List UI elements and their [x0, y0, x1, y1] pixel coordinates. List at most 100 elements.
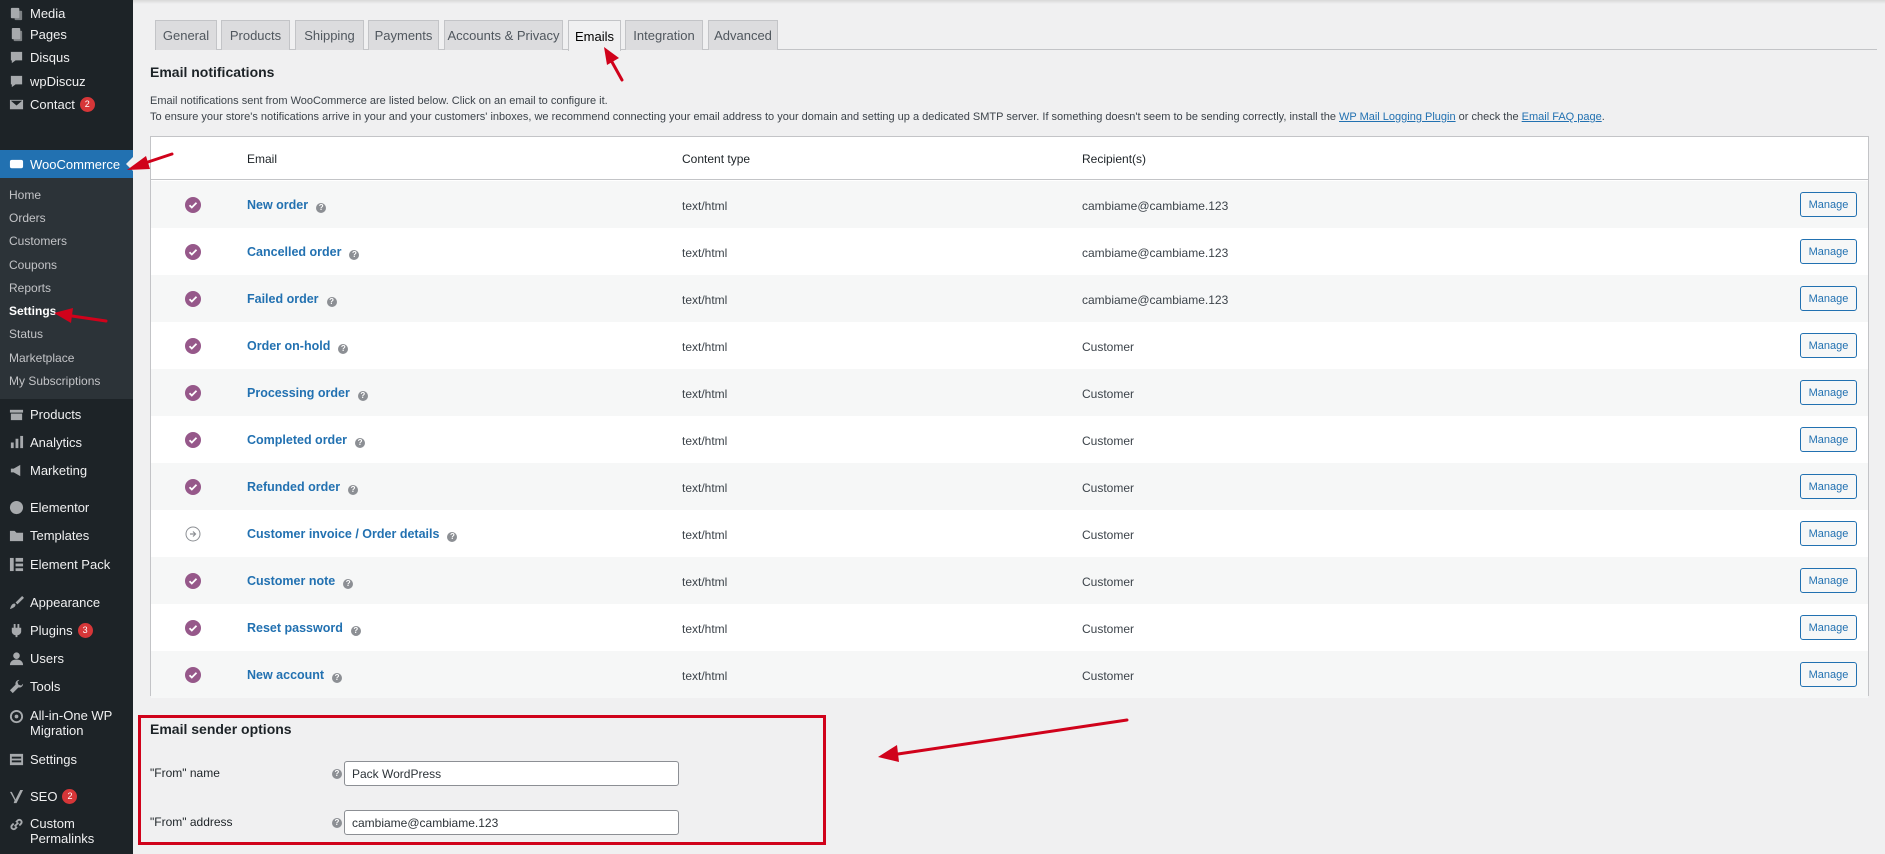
recipient-cell: Customer	[1082, 669, 1135, 683]
wp-mail-logging-link[interactable]: WP Mail Logging Plugin	[1339, 111, 1456, 123]
manage-button[interactable]: Manage	[1800, 568, 1857, 593]
email-name-text: Cancelled order	[247, 245, 342, 259]
sidebar-item-label: Marketing	[30, 462, 88, 478]
sidebar-item-label: WooCommerce	[30, 156, 121, 172]
sidebar-item-element-pack[interactable]: Element Pack	[0, 551, 133, 577]
email-name-text: Customer note	[247, 574, 336, 588]
manage-button[interactable]: Manage	[1800, 521, 1857, 546]
email-name-link[interactable]: Failed order?	[247, 292, 337, 307]
email-name-link[interactable]: Refunded order?	[247, 480, 359, 495]
email-name-link[interactable]: Completed order?	[247, 433, 366, 448]
sidebar-item-seo[interactable]: SEO 2	[0, 783, 133, 809]
email-name-text: Customer invoice / Order details	[247, 527, 440, 541]
submenu-item-customers[interactable]: Customers	[9, 234, 67, 248]
smtp-recommendation-text: To ensure your store's notifications arr…	[150, 111, 1605, 123]
manage-button[interactable]: Manage	[1800, 192, 1857, 217]
help-icon[interactable]: ?	[447, 532, 458, 542]
email-name-link[interactable]: New account?	[247, 668, 343, 683]
table-row: Order on-hold? text/html Customer Manage	[151, 322, 1868, 369]
brush-icon	[8, 594, 24, 610]
folder-icon	[8, 527, 24, 543]
sidebar-item-elementor[interactable]: Elementor	[0, 494, 133, 520]
submenu-item-orders[interactable]: Orders	[9, 211, 46, 225]
admin-sidebar: Media Pages Disqus wpDiscuz Contact 2 Wo…	[0, 0, 133, 854]
manage-button[interactable]: Manage	[1800, 615, 1857, 640]
tab-integration[interactable]: Integration	[625, 20, 703, 50]
sidebar-item-custom-permalinks[interactable]: Custom Permalinks	[0, 816, 133, 850]
manage-button[interactable]: Manage	[1800, 286, 1857, 311]
help-icon[interactable]: ?	[316, 203, 327, 213]
submenu-item-my-subscriptions[interactable]: My Subscriptions	[9, 374, 100, 388]
tab-emails[interactable]: Emails	[568, 20, 621, 51]
help-icon[interactable]: ?	[350, 626, 361, 636]
email-name-link[interactable]: Reset password?	[247, 621, 361, 636]
help-icon[interactable]: ?	[355, 438, 366, 448]
sidebar-item-products[interactable]: Products	[0, 401, 133, 427]
sidebar-item-analytics[interactable]: Analytics	[0, 429, 133, 455]
tab-general[interactable]: General	[155, 20, 217, 50]
help-icon[interactable]: ?	[343, 579, 354, 589]
element-pack-icon	[8, 556, 24, 572]
chart-icon	[8, 434, 24, 450]
content-type-cell: text/html	[682, 293, 728, 307]
email-name-link[interactable]: Order on-hold?	[247, 339, 349, 354]
email-name-text: Processing order	[247, 386, 350, 400]
sidebar-item-settings[interactable]: Settings	[0, 746, 133, 772]
tab-payments[interactable]: Payments	[368, 20, 439, 50]
sidebar-item-users[interactable]: Users	[0, 645, 133, 671]
recipient-cell: cambiame@cambiame.123	[1082, 246, 1229, 260]
help-icon[interactable]: ?	[348, 485, 359, 495]
submenu-item-coupons[interactable]: Coupons	[9, 258, 57, 272]
sidebar-item-all-in-one-wp-migration[interactable]: All-in-One WP Migration	[0, 708, 133, 742]
sidebar-item-disqus[interactable]: Disqus	[0, 44, 133, 70]
submenu-item-marketplace[interactable]: Marketplace	[9, 351, 74, 365]
email-name-link[interactable]: Cancelled order?	[247, 245, 360, 260]
submenu-item-reports[interactable]: Reports	[9, 281, 51, 295]
tab-advanced[interactable]: Advanced	[708, 20, 778, 50]
sidebar-item-marketing[interactable]: Marketing	[0, 457, 133, 483]
enabled-check-icon	[185, 479, 201, 495]
help-icon[interactable]: ?	[332, 673, 343, 683]
sidebar-item-woocommerce[interactable]: WooCommerce	[0, 150, 133, 178]
sidebar-item-label: SEO	[30, 788, 58, 804]
manage-button[interactable]: Manage	[1800, 333, 1857, 358]
email-name-link[interactable]: Customer note?	[247, 574, 354, 589]
email-name-link[interactable]: Customer invoice / Order details?	[247, 527, 458, 542]
help-icon[interactable]: ?	[326, 297, 337, 307]
manage-button[interactable]: Manage	[1800, 474, 1857, 499]
recipient-cell: Customer	[1082, 340, 1135, 354]
sidebar-item-tools[interactable]: Tools	[0, 673, 133, 699]
content-type-cell: text/html	[682, 528, 728, 542]
sidebar-item-templates[interactable]: Templates	[0, 522, 133, 548]
email-name-link[interactable]: Processing order?	[247, 386, 368, 401]
sidebar-item-contact[interactable]: Contact 2	[0, 91, 133, 117]
help-icon[interactable]: ?	[357, 391, 368, 401]
sidebar-item-plugins[interactable]: Plugins 3	[0, 617, 133, 643]
highlight-box-annotation	[138, 715, 826, 845]
table-row: Failed order? text/html cambiame@cambiame.…	[151, 275, 1868, 322]
email-faq-link[interactable]: Email FAQ page	[1522, 111, 1602, 123]
submenu-item-status[interactable]: Status	[9, 327, 43, 341]
submenu-item-settings[interactable]: Settings	[9, 304, 56, 318]
sidebar-item-label: Contact	[30, 96, 75, 112]
tab-products[interactable]: Products	[221, 20, 290, 50]
smtp-text-start: To ensure your store's notifications arr…	[150, 111, 1339, 123]
content-type-cell: text/html	[682, 387, 728, 401]
email-name-link[interactable]: New order?	[247, 198, 327, 213]
tab-shipping[interactable]: Shipping	[295, 20, 364, 50]
manage-button[interactable]: Manage	[1800, 239, 1857, 264]
manage-button[interactable]: Manage	[1800, 662, 1857, 687]
content-type-cell: text/html	[682, 340, 728, 354]
email-name-text: Refunded order	[247, 480, 341, 494]
recipient-cell: Customer	[1082, 622, 1135, 636]
tab-accounts-privacy[interactable]: Accounts & Privacy	[444, 20, 563, 50]
help-icon[interactable]: ?	[349, 250, 360, 260]
help-icon[interactable]: ?	[338, 344, 349, 354]
recipient-cell: Customer	[1082, 528, 1135, 542]
submenu-item-home[interactable]: Home	[9, 188, 41, 202]
manage-button[interactable]: Manage	[1800, 380, 1857, 405]
sidebar-item-appearance[interactable]: Appearance	[0, 589, 133, 615]
content-type-cell: text/html	[682, 669, 728, 683]
sidebar-item-label: Element Pack	[30, 556, 111, 572]
manage-button[interactable]: Manage	[1800, 427, 1857, 452]
